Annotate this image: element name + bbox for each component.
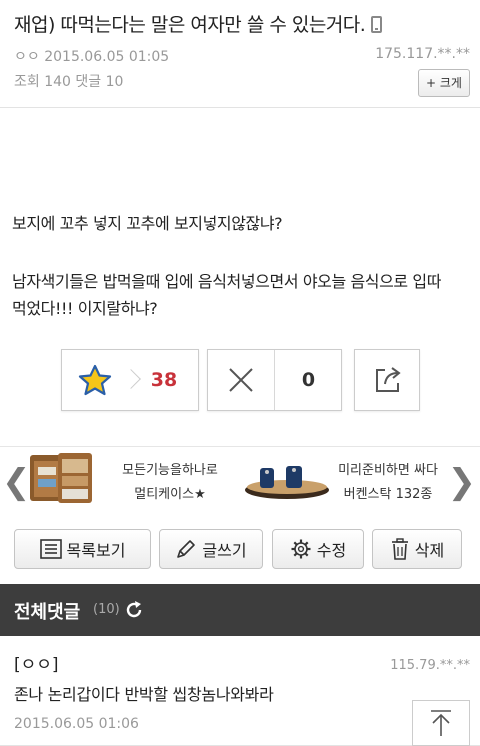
post-header: 재업) 따먹는다는 말은 여자만 쓸 수 있는거다. ㅇㅇ 2015.06.05… [0, 0, 480, 108]
post-body-line: 보지에 꼬추 넣지 꼬추에 보지넣지않잖냐? [12, 214, 283, 233]
divider [274, 350, 275, 410]
share-button[interactable] [354, 349, 420, 411]
pencil-icon [177, 540, 196, 558]
list-button-label: 목록보기 [66, 541, 126, 560]
zoom-button[interactable]: + 크게 [418, 69, 470, 97]
post-date: 2015.06.05 01:05 [44, 49, 170, 65]
ad-item-text[interactable]: 미리준비하면 싸다 버켄스탁 132종 [332, 459, 444, 507]
recommend-button[interactable]: 38 [61, 349, 199, 411]
trash-icon [391, 538, 408, 560]
comments-title: 전체댓글 [14, 602, 81, 623]
comment-text: 존나 논리갑이다 반박할 씹창놈나와봐라 [14, 685, 274, 704]
post-author-date: ㅇㅇ 2015.06.05 01:05 [14, 46, 169, 66]
gear-icon [291, 539, 311, 559]
chevron-left-icon[interactable]: ❮ [2, 465, 31, 499]
not-recommend-count: 0 [301, 369, 316, 391]
comment-author: [ㅇㅇ] [14, 655, 59, 675]
chevron-right-icon[interactable]: ❯ [448, 465, 477, 499]
post-body-line: 먹었다!!! 이지랄하냐? [12, 299, 158, 318]
post-author: ㅇㅇ [14, 49, 40, 65]
comment-ip: 115.79.**.** [390, 658, 470, 673]
post-stats: 조회 140 댓글 10 [14, 74, 124, 90]
scroll-to-top-button[interactable] [412, 700, 470, 746]
delete-button-label: 삭제 [414, 541, 445, 560]
ad-item-text[interactable]: 모든기능을하나로 멀티케이스★ [110, 459, 230, 507]
recommend-count: 38 [150, 369, 178, 391]
list-button[interactable]: 목록보기 [14, 529, 151, 569]
arrow-up-icon [431, 710, 451, 736]
edit-button[interactable]: 수정 [272, 529, 364, 569]
comments-count: (10) [93, 602, 120, 617]
post-body-line: 남자색기들은 밥먹을때 입에 음식처넣으면서 야오늘 음식으로 입따 [12, 272, 442, 291]
comments-header: 전체댓글 (10) [0, 584, 480, 636]
share-icon [355, 350, 421, 410]
x-icon [208, 350, 274, 410]
post-title: 재업) 따먹는다는 말은 여자만 쓸 수 있는거다. [14, 10, 383, 37]
delete-button[interactable]: 삭제 [372, 529, 462, 569]
comment-date: 2015.06.05 01:06 [14, 716, 139, 732]
comment-item: [ㅇㅇ] 115.79.**.** 존나 논리갑이다 반박할 씹창놈나와봐라 2… [0, 636, 480, 746]
wallet-product-image[interactable] [28, 449, 98, 509]
refresh-icon[interactable] [124, 600, 144, 620]
mobile-phone-icon [371, 16, 383, 33]
star-icon [62, 350, 128, 410]
list-icon [39, 539, 62, 559]
post-body-paragraph: 남자색기들은 밥먹을때 입에 음식처넣으면서 야오늘 음식으로 입따 먹었다!!… [12, 268, 441, 322]
post-ip: 175.117.**.** [375, 46, 470, 62]
edit-button-label: 수정 [316, 541, 347, 560]
write-button[interactable]: 글쓰기 [159, 529, 263, 569]
not-recommend-button[interactable]: 0 [207, 349, 342, 411]
write-button-label: 글쓰기 [202, 541, 247, 560]
sandal-product-image[interactable] [242, 458, 332, 502]
